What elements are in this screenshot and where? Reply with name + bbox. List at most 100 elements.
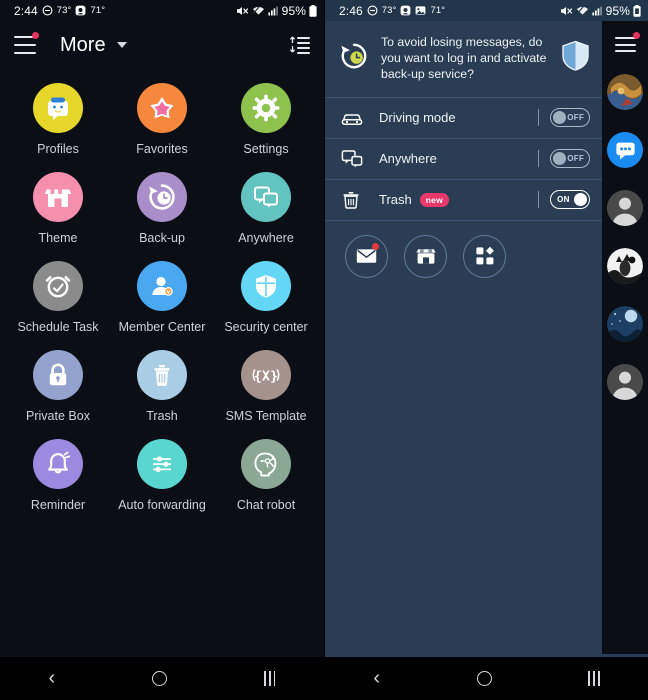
bell-icon (33, 439, 83, 489)
battery-icon (309, 4, 317, 17)
status-temp-2: 71° (90, 5, 106, 16)
dual-screenshot-stage: 2:44 73° 71° 95% More Profiles Favorites… (0, 0, 648, 700)
messages-action[interactable] (345, 234, 388, 278)
store-action[interactable] (404, 234, 447, 278)
store-icon (415, 248, 436, 264)
avatar-messages[interactable] (607, 132, 644, 168)
row-separator (538, 150, 540, 168)
grid-item-label: Reminder (30, 498, 86, 512)
car-icon (341, 109, 367, 127)
settings-row-trash[interactable]: Trash new ON (325, 180, 602, 220)
status-time: 2:44 (14, 3, 38, 18)
backup-banner[interactable]: To avoid losing messages, do you want to… (325, 21, 602, 97)
avatar-catwoman[interactable] (607, 248, 644, 284)
row-separator (538, 191, 540, 209)
grid-item-label: Private Box (26, 409, 90, 423)
settings-row-driving-mode[interactable]: Driving mode OFF (325, 98, 602, 138)
battery-icon (633, 4, 641, 17)
grid-item-profiles[interactable]: Profiles (6, 83, 110, 156)
avatar-night[interactable] (607, 306, 644, 342)
gear-icon (241, 83, 291, 133)
toggle-state-label: OFF (567, 113, 585, 123)
lock-icon (33, 350, 83, 400)
hamburger-menu-icon[interactable] (14, 32, 39, 54)
grid-item-label: Chat robot (236, 498, 296, 512)
grid-item-label: Anywhere (238, 231, 294, 245)
grid-item-anywhere[interactable]: Anywhere (214, 172, 318, 245)
grid-item-label: Back-up (139, 231, 185, 245)
menu-notification-dot (32, 32, 39, 39)
left-status-bar: 2:44 73° 71° 95% (0, 0, 324, 21)
chat-bubble-icon (615, 142, 635, 159)
signal-icon (268, 5, 279, 16)
recents-icon[interactable] (588, 671, 600, 686)
anywhere-screens-icon (241, 172, 291, 222)
avatar-contact-2[interactable] (607, 364, 644, 400)
grid-item-member-center[interactable]: Member Center (110, 261, 214, 334)
toggle-state-label: ON (557, 195, 570, 205)
mute-icon (236, 5, 249, 17)
sort-list-icon[interactable] (288, 35, 310, 55)
status-bar-left: 2:46 73° 71° (339, 4, 445, 18)
page-title-group[interactable]: More (60, 34, 127, 57)
settings-row-label: Driving mode (379, 110, 456, 126)
wifi-icon (576, 5, 589, 16)
home-icon[interactable] (476, 671, 492, 686)
sliders-icon (137, 439, 187, 489)
avatar-contact-1[interactable] (607, 190, 644, 226)
grid-item-security-center[interactable]: Security center (214, 261, 318, 334)
banner-message: To avoid losing messages, do you want to… (381, 35, 547, 82)
sms-template-icon: {X} (241, 350, 291, 400)
status-bar-right: 95% (236, 4, 317, 18)
grid-item-favorites[interactable]: Favorites (110, 83, 214, 156)
grid-item-sms-template[interactable]: {X} SMS Template (214, 350, 318, 423)
back-icon[interactable]: ‹ (48, 667, 55, 690)
hamburger-menu-icon[interactable] (614, 32, 640, 52)
grid-item-schedule-task[interactable]: Schedule Task (6, 261, 110, 334)
grid-item-trash[interactable]: Trash (110, 350, 214, 423)
grid-item-label: Trash (146, 409, 178, 423)
trash-icon (137, 350, 187, 400)
apps-grid-icon (475, 246, 494, 265)
person-placeholder-icon (607, 190, 644, 226)
left-phone-screen: 2:44 73° 71° 95% More Profiles Favorites… (0, 0, 324, 700)
grid-item-theme[interactable]: Theme (6, 172, 110, 245)
recents-icon[interactable] (264, 671, 276, 686)
anywhere-toggle[interactable]: OFF (550, 149, 591, 169)
back-icon[interactable]: ‹ (373, 667, 380, 690)
page-title: More (60, 33, 106, 56)
grid-item-label: SMS Template (225, 409, 307, 423)
grid-item-private-box[interactable]: Private Box (6, 350, 110, 423)
driving-mode-toggle[interactable]: OFF (550, 108, 591, 128)
weather-icon (75, 5, 86, 16)
grid-item-label: Member Center (118, 320, 206, 334)
grid-item-label: Settings (243, 142, 289, 156)
unread-badge-dot (372, 242, 379, 250)
left-app-bar: More (0, 21, 324, 69)
status-temp-1: 73° (56, 5, 72, 16)
envelope-icon (356, 249, 377, 263)
caret-down-icon[interactable] (116, 42, 127, 48)
grid-item-backup[interactable]: Back-up (110, 172, 214, 245)
settings-row-anywhere[interactable]: Anywhere OFF (325, 139, 602, 179)
battery-percent: 95% (605, 3, 630, 18)
grid-item-reminder[interactable]: Reminder (6, 439, 110, 512)
apps-action[interactable] (463, 234, 506, 278)
right-main-panel: To avoid losing messages, do you want to… (325, 21, 603, 654)
settings-row-label: Trash (379, 192, 412, 208)
anywhere-icon (341, 149, 367, 168)
grid-item-label: Theme (38, 231, 78, 245)
avatar-artwork[interactable] (607, 74, 644, 110)
home-icon[interactable] (152, 671, 168, 686)
grid-item-settings[interactable]: Settings (214, 83, 318, 156)
grid-item-chat-robot[interactable]: Chat robot (214, 439, 318, 512)
toggle-knob (553, 152, 567, 166)
quick-actions-row (325, 221, 602, 278)
toggle-state-label: OFF (567, 154, 585, 164)
backup-restore-clock-icon (339, 41, 369, 76)
status-time: 2:46 (339, 3, 363, 18)
trash-toggle[interactable]: ON (550, 190, 591, 210)
grid-item-auto-forwarding[interactable]: Auto forwarding (110, 439, 214, 512)
row-separator (538, 109, 540, 127)
signal-icon (592, 5, 603, 16)
